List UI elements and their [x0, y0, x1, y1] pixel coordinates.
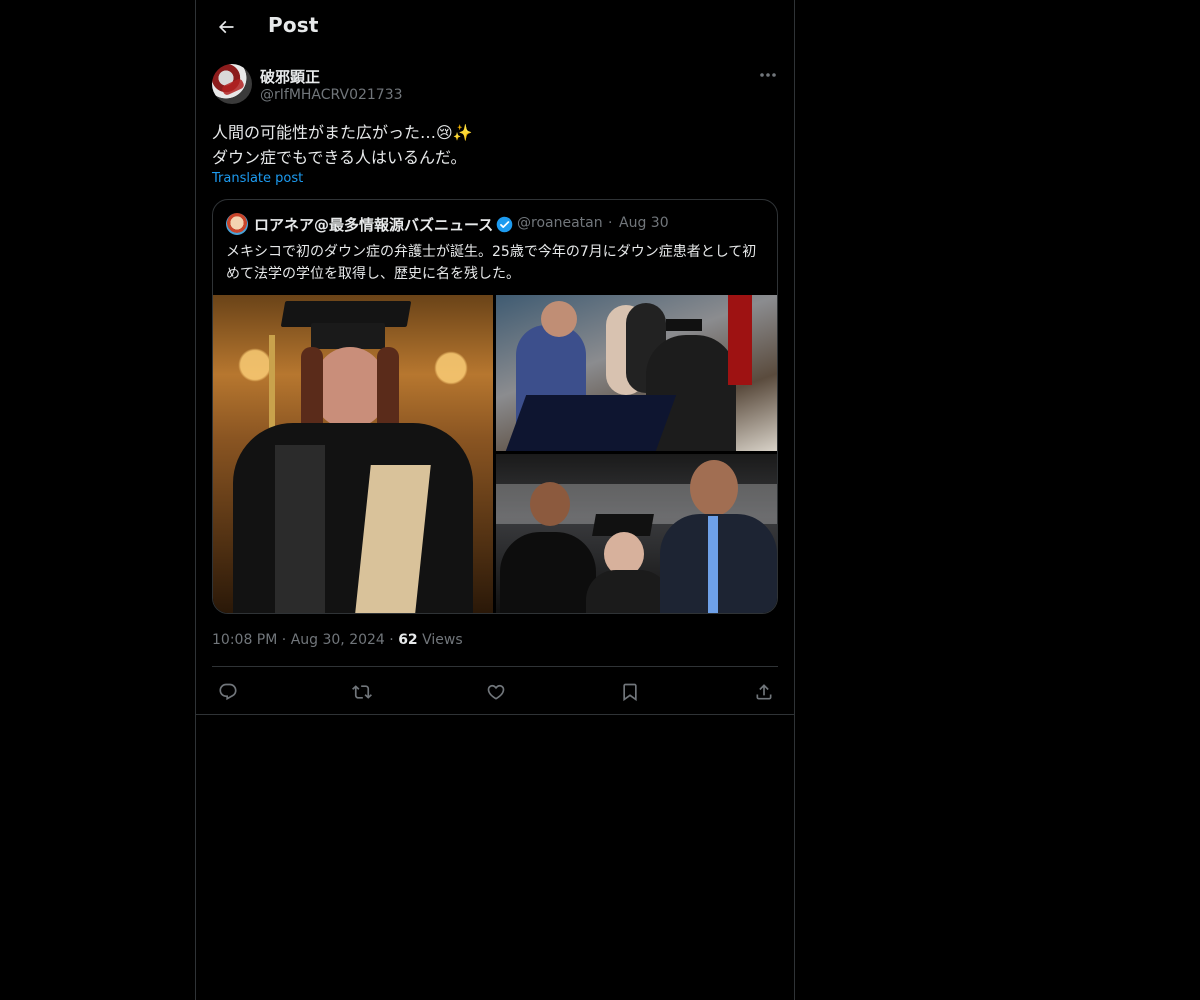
reply-button[interactable]: [216, 680, 240, 704]
divider: [196, 714, 794, 715]
repost-button[interactable]: [350, 680, 374, 704]
header: Post: [196, 0, 794, 53]
separator-dot: ·: [281, 632, 291, 648]
quoted-author-name: ロアネア@最多情報源バズニュース: [254, 216, 494, 234]
quoted-post-date: Aug 30: [619, 215, 669, 231]
views-count: 62: [398, 632, 418, 648]
separator-dot: ·: [608, 215, 613, 231]
heart-icon: [487, 684, 505, 700]
author-avatar[interactable]: [212, 64, 252, 104]
post-text-line: ダウン症でもできる人はいるんだ。: [212, 148, 467, 167]
quoted-media-grid: [213, 295, 777, 613]
more-icon: [760, 73, 776, 77]
share-icon: [756, 684, 772, 700]
repost-icon: [352, 685, 372, 699]
more-options-button[interactable]: [757, 66, 779, 84]
reply-icon: [219, 683, 237, 701]
quoted-post-text: メキシコで初のダウン症の弁護士が誕生。25歳で今年の7月にダウン症患者として初め…: [226, 244, 757, 282]
post-metadata: 10:08 PM · Aug 30, 2024 · 62 Views: [212, 632, 463, 648]
post-text-line: 人間の可能性がまた広がった…😢✨: [212, 123, 473, 142]
share-button[interactable]: [752, 680, 776, 704]
quoted-author-handle: @roaneatan: [517, 215, 603, 231]
views-label: Views: [422, 632, 463, 648]
media-image-graduate-portrait[interactable]: [213, 295, 493, 613]
action-bar: [196, 674, 794, 710]
media-image-ceremony[interactable]: [496, 295, 777, 451]
verified-badge-icon: [496, 216, 513, 233]
quoted-post[interactable]: ロアネア@最多情報源バズニュース @roaneatan · Aug 30 メキシ…: [212, 199, 778, 614]
post-column: Post 破邪顕正 @rIfMHACRV021733 人間の可能性がまた広がった…: [195, 0, 795, 1000]
post-time[interactable]: 10:08 PM: [212, 632, 277, 648]
author-name[interactable]: 破邪顕正: [260, 66, 320, 87]
bookmark-button[interactable]: [618, 680, 642, 704]
post-date[interactable]: Aug 30, 2024: [291, 632, 385, 648]
page-title: Post: [268, 13, 319, 37]
back-button[interactable]: [212, 13, 240, 41]
arrow-left-icon: [218, 20, 234, 34]
translate-post-link[interactable]: Translate post: [212, 171, 303, 186]
bookmark-icon: [623, 683, 637, 702]
author-handle[interactable]: @rIfMHACRV021733: [260, 87, 403, 103]
divider: [212, 666, 778, 667]
media-image-group-photo[interactable]: [496, 454, 777, 613]
like-button[interactable]: [484, 680, 508, 704]
quoted-author-avatar: [226, 213, 248, 235]
post-text: 人間の可能性がまた広がった…😢✨ ダウン症でもできる人はいるんだ。: [212, 120, 772, 170]
separator-dot: ·: [389, 632, 399, 648]
